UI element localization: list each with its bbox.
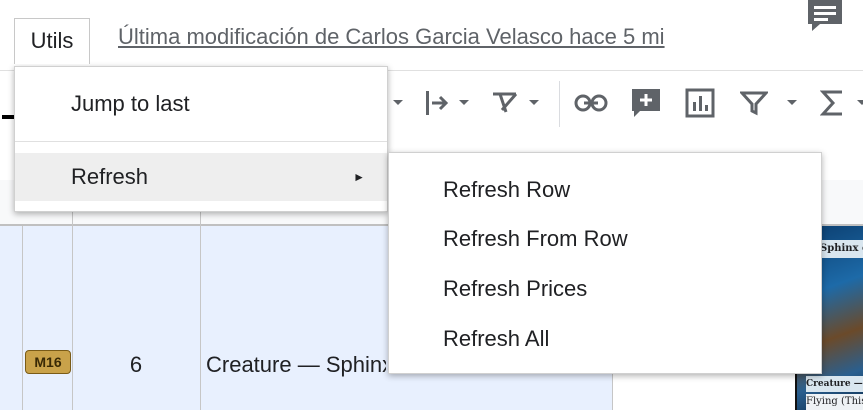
vertical-align-icon[interactable]: [422, 85, 470, 121]
text-rotation-icon[interactable]: [490, 85, 540, 121]
insert-chart-icon[interactable]: [685, 85, 715, 121]
submenu-item-refresh-all[interactable]: Refresh All: [389, 314, 821, 364]
set-symbol-icon: M16: [25, 350, 71, 374]
filter-icon[interactable]: [740, 85, 798, 121]
submenu-item-refresh-prices[interactable]: Refresh Prices: [389, 264, 821, 314]
card-rules-text: Flying (This: [806, 394, 863, 410]
type-cell[interactable]: Creature — Sphinx: [206, 352, 386, 378]
menu-item-jump-to-last[interactable]: Jump to last: [15, 81, 387, 127]
submenu-arrow-icon: ►: [353, 170, 365, 184]
menu-divider: [15, 141, 387, 142]
row-header[interactable]: [0, 226, 23, 410]
insert-comment-icon[interactable]: [630, 85, 662, 121]
menu-item-refresh[interactable]: Refresh ►: [15, 153, 387, 201]
comment-icon[interactable]: [806, 0, 844, 32]
card-title: Sphinx of M: [820, 240, 863, 258]
submenu-item-label: Refresh Row: [443, 177, 571, 202]
column-divider: [200, 180, 201, 410]
menu-item-label: Refresh: [71, 164, 149, 189]
submenu-item-label: Refresh From Row: [443, 226, 628, 251]
submenu-item-label: Refresh Prices: [443, 276, 588, 301]
menubar: Utils Última modificación de Carlos Garc…: [0, 0, 863, 70]
menu-item-label: Jump to last: [71, 91, 190, 116]
toolbar-separator: [559, 81, 560, 127]
submenu-item-label: Refresh All: [443, 326, 550, 351]
submenu-item-refresh-from-row[interactable]: Refresh From Row: [389, 214, 821, 264]
card-typeline: Creature — Sp: [806, 376, 863, 392]
utils-menu-button[interactable]: Utils: [14, 18, 90, 64]
utils-dropdown-menu: Jump to last Refresh ►: [14, 66, 388, 212]
functions-icon[interactable]: [820, 85, 863, 121]
submenu-item-refresh-row[interactable]: Refresh Row: [389, 165, 821, 215]
last-edit-link[interactable]: Última modificación de Carlos Garcia Vel…: [118, 24, 744, 50]
insert-link-icon[interactable]: [574, 85, 608, 121]
refresh-submenu: Refresh Row Refresh From Row Refresh Pri…: [388, 152, 822, 374]
count-cell[interactable]: 6: [72, 352, 200, 378]
chevron-down-icon[interactable]: [392, 85, 404, 121]
